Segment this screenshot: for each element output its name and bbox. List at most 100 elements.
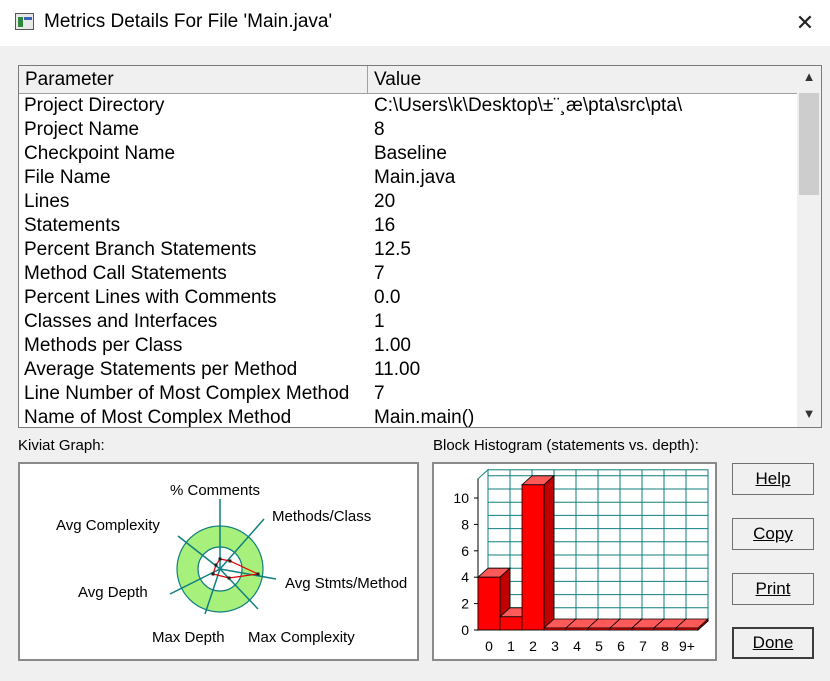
value-cell: 0.0 [374,287,401,308]
value-cell: 16 [374,215,396,236]
kiviat-point [214,563,218,567]
block-histogram: 0 2 4 6 8 10 0 1 2 3 4 5 6 7 8 9+ [432,462,717,661]
metrics-table[interactable]: Parameter Value Project Directory C:\User… [18,65,822,428]
table-row[interactable]: Classes and Interfaces 1 [19,311,797,335]
table-row[interactable]: Checkpoint Name Baseline [19,143,797,167]
parameter-cell: Methods per Class [24,335,183,356]
column-divider[interactable] [367,66,368,93]
kiviat-axis-label: Methods/Class [272,508,371,525]
table-row[interactable]: Method Call Statements 7 [19,263,797,287]
value-cell: Main.main() [374,407,475,428]
done-button[interactable]: Done [732,627,814,659]
kiviat-point [218,557,222,561]
histogram-bar [543,627,567,631]
histogram-bar [499,616,523,631]
y-tick-label: 4 [461,569,469,585]
table-row[interactable]: File Name Main.java [19,167,797,191]
kiviat-point [228,559,232,563]
parameter-cell: Lines [24,191,70,212]
x-tick-label: 7 [639,638,647,654]
table-header: Parameter Value [19,66,797,94]
table-row[interactable]: Percent Lines with Comments 0.0 [19,287,797,311]
kiviat-axis-label: Avg Stmts/Method [285,575,407,592]
copy-button[interactable]: Copy [732,518,814,550]
column-header-value[interactable]: Value [374,69,421,91]
kiviat-label: Kiviat Graph: [18,437,105,454]
histogram-label: Block Histogram (statements vs. depth): [433,437,699,454]
histogram-svg: 02468100 1 2 3 4 5 6 7 8 9+ [453,468,710,654]
y-tick-label: 0 [461,622,469,638]
help-button[interactable]: Help [732,463,814,495]
x-tick-label: 2 [529,638,537,654]
kiviat-axis-label: Avg Complexity [56,517,160,534]
kiviat-axis-label: Max Complexity [248,629,355,646]
table-row[interactable]: Lines 20 [19,191,797,215]
x-tick-label: 1 [507,638,515,654]
histogram-bar [609,627,633,631]
value-cell: 7 [374,383,385,404]
close-button[interactable]: ✕ [788,8,822,38]
y-tick-label: 10 [453,490,469,506]
x-tick-label: 4 [573,638,581,654]
histogram-bar [565,627,589,631]
print-button[interactable]: Print [732,573,814,605]
y-tick-label: 8 [461,516,469,532]
x-tick-label: 5 [595,638,603,654]
kiviat-point [227,576,231,580]
scroll-thumb[interactable] [799,93,819,195]
kiviat-axis-label: % Comments [170,482,260,499]
table-row[interactable]: Project Name 8 [19,119,797,143]
parameter-cell: Project Directory [24,95,165,116]
histogram-bar [653,627,677,631]
value-cell: 11.00 [374,359,421,380]
parameter-cell: Statements [24,215,121,236]
scroll-down-icon[interactable]: ▼ [797,403,821,425]
value-cell: C:\Users\k\Desktop\±¨¸æ\pta\src\pta\ [374,95,683,116]
window-title: Metrics Details For File 'Main.java' [44,11,333,32]
parameter-cell: Project Name [24,119,140,140]
x-tick-label: 9+ [679,638,695,654]
kiviat-axis-label: Max Depth [152,629,225,646]
table-row[interactable]: Statements 16 [19,215,797,239]
table-row[interactable]: Name of Most Complex Method Main.main() [19,407,797,428]
parameter-cell: Line Number of Most Complex Method [24,383,350,404]
table-row[interactable]: Average Statements per Method 11.00 [19,359,797,383]
histogram-bar [675,627,699,631]
kiviat-axis-label: Avg Depth [78,584,148,601]
parameter-cell: Percent Lines with Comments [24,287,277,308]
kiviat-point [256,572,260,576]
histogram-bar [631,627,655,631]
vertical-scrollbar[interactable]: ▲ ▼ [797,66,821,427]
y-tick-label: 6 [461,543,469,559]
value-cell: 8 [374,119,385,140]
kiviat-graph: % Comments Methods/Class Avg Stmts/Method M… [18,462,419,661]
column-header-parameter[interactable]: Parameter [25,69,114,91]
x-tick-label: 6 [617,638,625,654]
table-row[interactable]: Project Directory C:\Users\k\Desktop\±¨¸æ… [19,95,797,119]
histogram-bar [521,484,545,631]
app-icon [15,13,34,30]
kiviat-svg: % Comments Methods/Class Avg Stmts/Method M… [56,482,407,646]
value-cell: Main.java [374,167,456,188]
histogram-bar-side [543,474,555,631]
parameter-cell: Name of Most Complex Method [24,407,292,428]
x-tick-label: 3 [551,638,559,654]
value-cell: 12.5 [374,239,411,260]
parameter-cell: Average Statements per Method [24,359,298,380]
parameter-cell: File Name [24,167,111,188]
value-cell: Baseline [374,143,447,164]
table-row[interactable]: Line Number of Most Complex Method 7 [19,383,797,407]
scroll-up-icon[interactable]: ▲ [797,66,821,88]
y-tick-label: 2 [461,596,469,612]
parameter-cell: Percent Branch Statements [24,239,257,260]
histogram-bar [587,627,611,631]
kiviat-point [211,572,215,576]
table-row[interactable]: Percent Branch Statements 12.5 [19,239,797,263]
parameter-cell: Classes and Interfaces [24,311,218,332]
histogram-bar [477,576,501,631]
value-cell: 20 [374,191,396,212]
table-row[interactable]: Methods per Class 1.00 [19,335,797,359]
value-cell: 1.00 [374,335,411,356]
x-tick-label: 0 [485,638,493,654]
parameter-cell: Checkpoint Name [24,143,176,164]
